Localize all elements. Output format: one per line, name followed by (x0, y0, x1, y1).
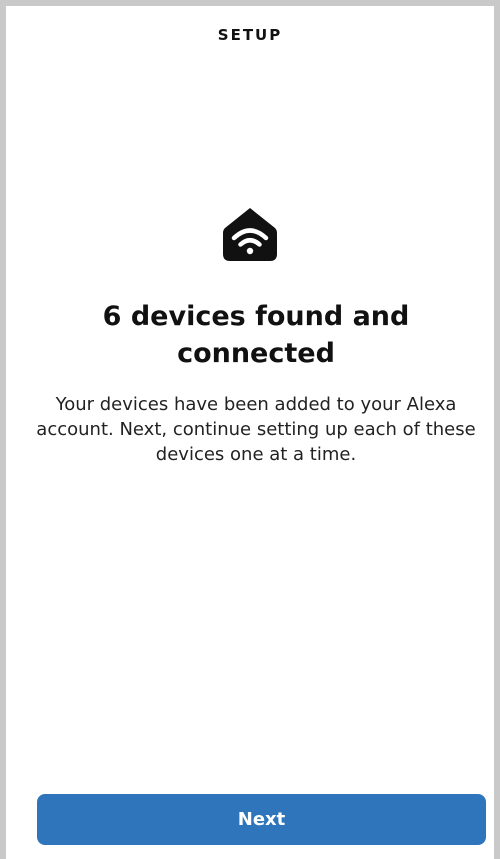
devices-found-heading: 6 devices found and connected (102, 301, 410, 369)
page-title: SETUP (217, 26, 283, 44)
device-setup-screen: SETUP 6 devices found and connected Your… (0, 0, 500, 859)
icon-container (6, 206, 494, 262)
setup-description: Your devices have been added to your Ale… (36, 394, 476, 465)
next-button[interactable]: Next (37, 794, 486, 845)
smart-home-wifi-icon (222, 206, 278, 262)
